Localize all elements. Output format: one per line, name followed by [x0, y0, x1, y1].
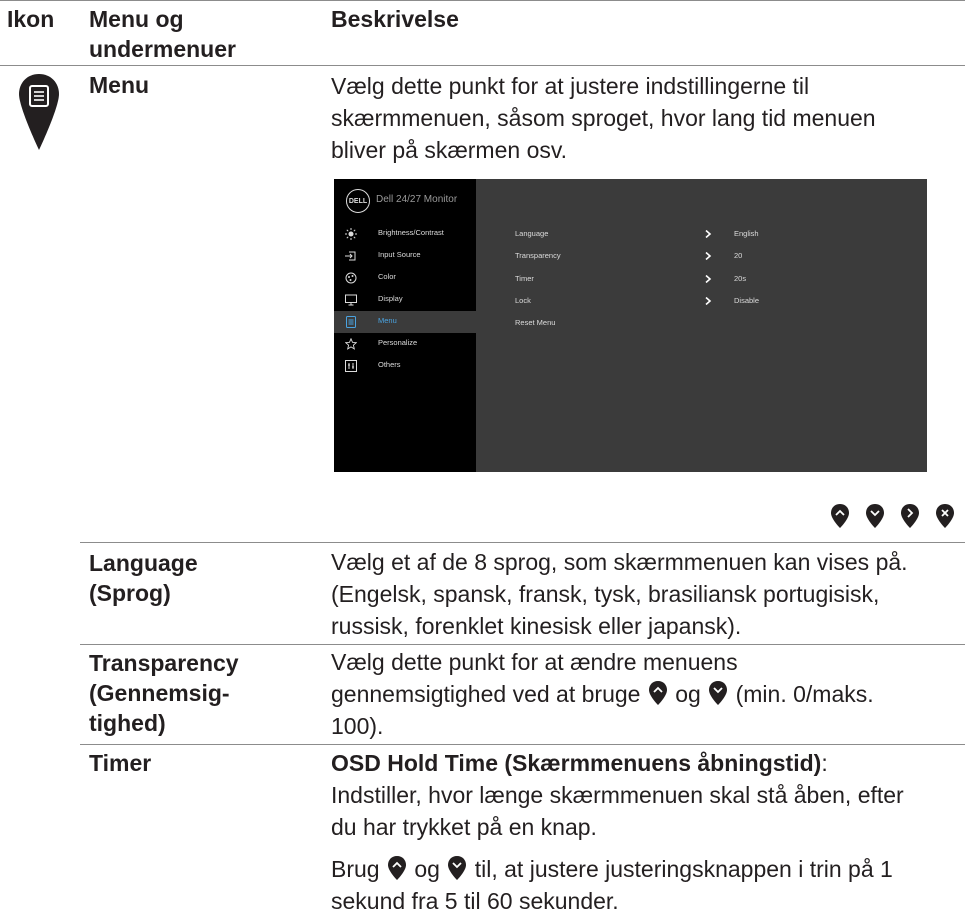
osd-sidebar-label: Display — [378, 294, 403, 303]
timer-description: OSD Hold Time (Skærmmenuens åbningstid):… — [331, 747, 965, 917]
display-icon — [345, 294, 357, 306]
osd-sidebar-item-input-source[interactable]: Input Source — [334, 245, 476, 267]
timer-desc-line: du har trykket på en knap. — [331, 814, 597, 840]
timer-desc-bold: OSD Hold Time (Skærmmenuens åbningstid) — [331, 750, 822, 776]
manual-page: Ikon Menu og undermenuer Beskrivelse Men… — [0, 0, 965, 914]
language-desc-line: Vælg et af de 8 sprog, som skærmmenuen k… — [331, 549, 908, 575]
transparency-desc-line: 100). — [331, 713, 384, 739]
osd-setting-transparency[interactable]: Transparency — [515, 251, 561, 260]
transparency-desc-line: Vælg dette punkt for at ændre menuens — [331, 649, 738, 675]
row-rule-transparency — [80, 644, 965, 645]
timer-desc-line: sekund fra 5 til 60 sekunder. — [331, 888, 619, 914]
osd-sidebar-item-menu[interactable]: Menu — [334, 311, 476, 333]
language-desc-line: (Engelsk, spansk, fransk, tysk, brasilia… — [331, 581, 880, 607]
osd-setting-language[interactable]: Language — [515, 229, 548, 238]
timer-desc-text: Brug — [331, 856, 380, 882]
osd-sidebar-item-others[interactable]: Others — [334, 355, 476, 377]
osd-setting-timer[interactable]: Timer — [515, 274, 534, 283]
header-menu-column-line2: undermenuer — [89, 36, 236, 62]
chevron-right-icon — [705, 230, 712, 238]
osd-sidebar: DELL Dell 24/27 Monitor Brightness/Contr… — [334, 179, 476, 472]
header-icon-column: Ikon — [7, 6, 55, 32]
osd-value-language: English — [734, 229, 759, 238]
timer-desc-line: Brug og til, at justere justeringsknappe… — [331, 853, 965, 885]
osd-menu-screenshot: DELL Dell 24/27 Monitor Brightness/Contr… — [334, 179, 927, 472]
timer-desc-heading: OSD Hold Time (Skærmmenuens åbningstid): — [331, 747, 965, 779]
menu-icon — [346, 316, 356, 328]
timer-label: Timer — [89, 750, 152, 776]
down-button-icon — [709, 681, 728, 705]
language-desc-line: russisk, forenklet kinesisk eller japans… — [331, 613, 742, 639]
close-button-icon[interactable] — [935, 503, 955, 529]
transparency-label-line: (Gennemsig- — [89, 680, 230, 706]
osd-sidebar-item-display[interactable]: Display — [334, 289, 476, 311]
transparency-label-line: tighed) — [89, 710, 166, 736]
osd-sidebar-label: Others — [378, 360, 401, 369]
osd-sidebar-label: Input Source — [378, 250, 421, 259]
osd-setting-reset-menu[interactable]: Reset Menu — [515, 318, 555, 327]
osd-sidebar-label: Color — [378, 272, 396, 281]
top-rule — [0, 0, 965, 1]
osd-sidebar-label: Menu — [378, 316, 397, 325]
transparency-description: Vælg dette punkt for at ændre menuens ge… — [331, 646, 965, 742]
osd-setting-lock[interactable]: Lock — [515, 296, 531, 305]
transparency-label-line: Transparency — [89, 650, 239, 676]
osd-value-timer: 20s — [734, 274, 747, 283]
row-rule-timer — [80, 744, 965, 745]
menu-row-description: Vælg dette punkt for at justere indstill… — [331, 70, 951, 166]
header-menu-column-line1: Menu og — [89, 6, 184, 32]
header-description-column: Beskrivelse — [331, 6, 459, 32]
down-button-icon[interactable] — [865, 503, 885, 529]
osd-title: Dell 24/27 Monitor — [376, 194, 458, 205]
down-button-icon — [448, 856, 467, 880]
dell-logo: DELL — [346, 189, 370, 213]
menu-desc-line: bliver på skærmen osv. — [331, 137, 568, 163]
timer-desc-line: Indstiller, hvor længe skærmmenuen skal … — [331, 782, 904, 808]
osd-value-lock: Disable — [734, 296, 760, 305]
osd-value-transparency: 20 — [734, 251, 743, 260]
up-button-icon[interactable] — [830, 503, 850, 529]
star-icon — [345, 338, 357, 350]
menu-list-icon — [16, 72, 62, 152]
osd-sidebar-label: Personalize — [378, 338, 418, 347]
osd-sidebar-label: Brightness/Contrast — [378, 228, 444, 237]
brightness-icon — [345, 228, 357, 240]
row-rule-language — [80, 542, 965, 543]
language-label: Language (Sprog) — [89, 548, 198, 608]
language-description: Vælg et af de 8 sprog, som skærmmenuen k… — [331, 546, 965, 642]
timer-desc-text: til, at justere justeringsknappen i trin… — [474, 856, 893, 882]
language-label-line: (Sprog) — [89, 580, 171, 606]
transparency-desc-text: gennemsigtighed ved at bruge — [331, 681, 641, 707]
input-source-icon — [345, 251, 356, 261]
chevron-right-icon — [705, 275, 712, 283]
up-button-icon — [387, 856, 406, 880]
osd-sidebar-item-brightness[interactable]: Brightness/Contrast — [334, 223, 476, 245]
timer-desc-text: og — [414, 856, 440, 882]
right-button-icon[interactable] — [900, 503, 920, 529]
transparency-label: Transparency (Gennemsig- tighed) — [89, 648, 239, 738]
timer-desc-colon: : — [821, 750, 828, 776]
osd-sidebar-item-color[interactable]: Color — [334, 267, 476, 289]
color-icon — [345, 272, 357, 284]
chevron-right-icon — [705, 297, 712, 305]
menu-row-label: Menu — [89, 72, 150, 98]
chevron-right-icon — [705, 252, 712, 260]
menu-desc-line: skærmmenuen, såsom sproget, hvor lang ti… — [331, 105, 876, 131]
transparency-desc-line: gennemsigtighed ved at bruge og (min. 0/… — [331, 678, 965, 710]
transparency-desc-text: og — [675, 681, 701, 707]
transparency-desc-text: (min. 0/maks. — [735, 681, 874, 707]
language-label-line: Language — [89, 550, 198, 576]
up-button-icon — [648, 681, 667, 705]
others-icon — [345, 360, 357, 372]
menu-desc-line: Vælg dette punkt for at justere indstill… — [331, 73, 810, 99]
header-rule — [0, 65, 965, 66]
osd-sidebar-item-personalize[interactable]: Personalize — [334, 333, 476, 355]
